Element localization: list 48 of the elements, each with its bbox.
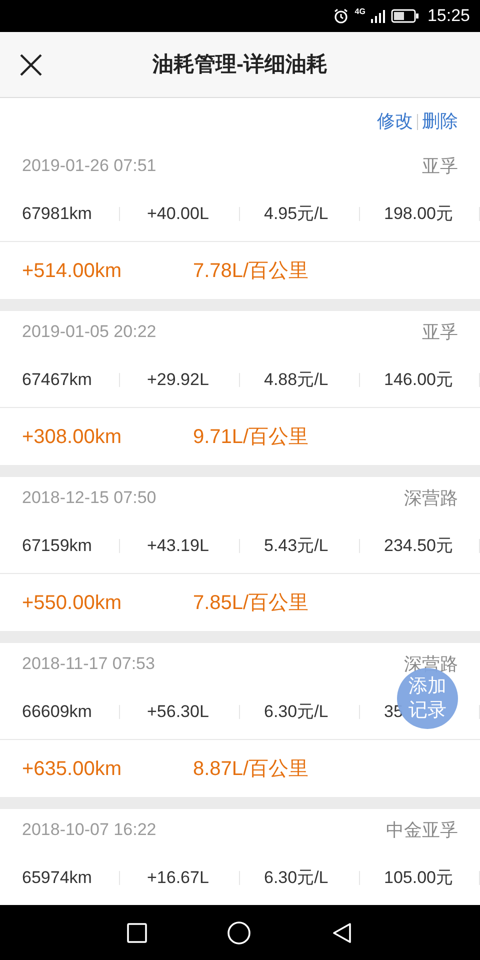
record-date: 2018-11-17 07:53 [22,653,155,676]
fuel-consumption: 7.78L/百公里 [193,258,309,284]
close-button[interactable] [18,52,44,78]
station-name: 亚孚 [422,154,458,178]
total-cost: 198.00元 [383,203,453,226]
fuel-amount: +56.30L [146,701,209,724]
signal-icon [371,9,386,23]
unit-price: 6.30元/L [263,867,328,890]
unit-price: 5.43元/L [263,535,328,558]
total-cost: 105.00元 [383,867,453,890]
total-cost: 146.00元 [383,369,453,392]
unit-price: 4.88元/L [263,369,328,392]
edit-link[interactable]: 修改 [377,108,413,135]
fuel-amount: +29.92L [146,369,209,392]
distance-driven: +635.00km [22,756,123,782]
fuel-consumption: 9.71L/百公里 [193,424,309,450]
distance-driven: +550.00km [22,590,123,616]
clock-time: 15:25 [427,5,470,28]
fuel-amount: +40.00L [146,203,209,226]
record-date: 2019-01-26 07:51 [22,155,156,178]
odometer-reading: 65974km [21,867,92,890]
back-icon[interactable] [331,922,353,944]
station-name: 深营路 [404,486,458,510]
network-label: 4G [354,8,366,16]
distance-driven: +514.00km [22,258,123,284]
record-date: 2019-01-05 20:22 [22,321,156,344]
odometer-reading: 67981km [21,203,92,226]
fuel-amount: +43.19L [146,535,209,558]
odometer-reading: 67159km [21,535,92,558]
delete-link[interactable]: 删除 [422,108,458,135]
alarm-icon [332,8,349,24]
odometer-reading: 66609km [21,701,92,724]
station-name: 亚孚 [422,320,458,344]
fuel-consumption: 7.85L/百公里 [193,590,309,616]
fuel-amount: +16.67L [146,867,209,890]
battery-icon [391,9,420,23]
recent-apps-icon[interactable] [127,922,147,942]
home-icon[interactable] [227,920,251,944]
fuel-consumption: 8.87L/百公里 [193,756,309,782]
odometer-reading: 67467km [21,369,92,392]
unit-price: 6.30元/L [263,701,328,724]
total-cost: 234.50元 [383,535,453,558]
unit-price: 4.95元/L [263,203,328,226]
distance-driven: +308.00km [22,424,123,450]
station-name: 中金亚孚 [386,818,458,842]
record-date: 2018-10-07 16:22 [22,819,156,842]
page-title: 油耗管理-详细油耗 [152,52,328,78]
record-date: 2018-12-15 07:50 [22,487,156,510]
